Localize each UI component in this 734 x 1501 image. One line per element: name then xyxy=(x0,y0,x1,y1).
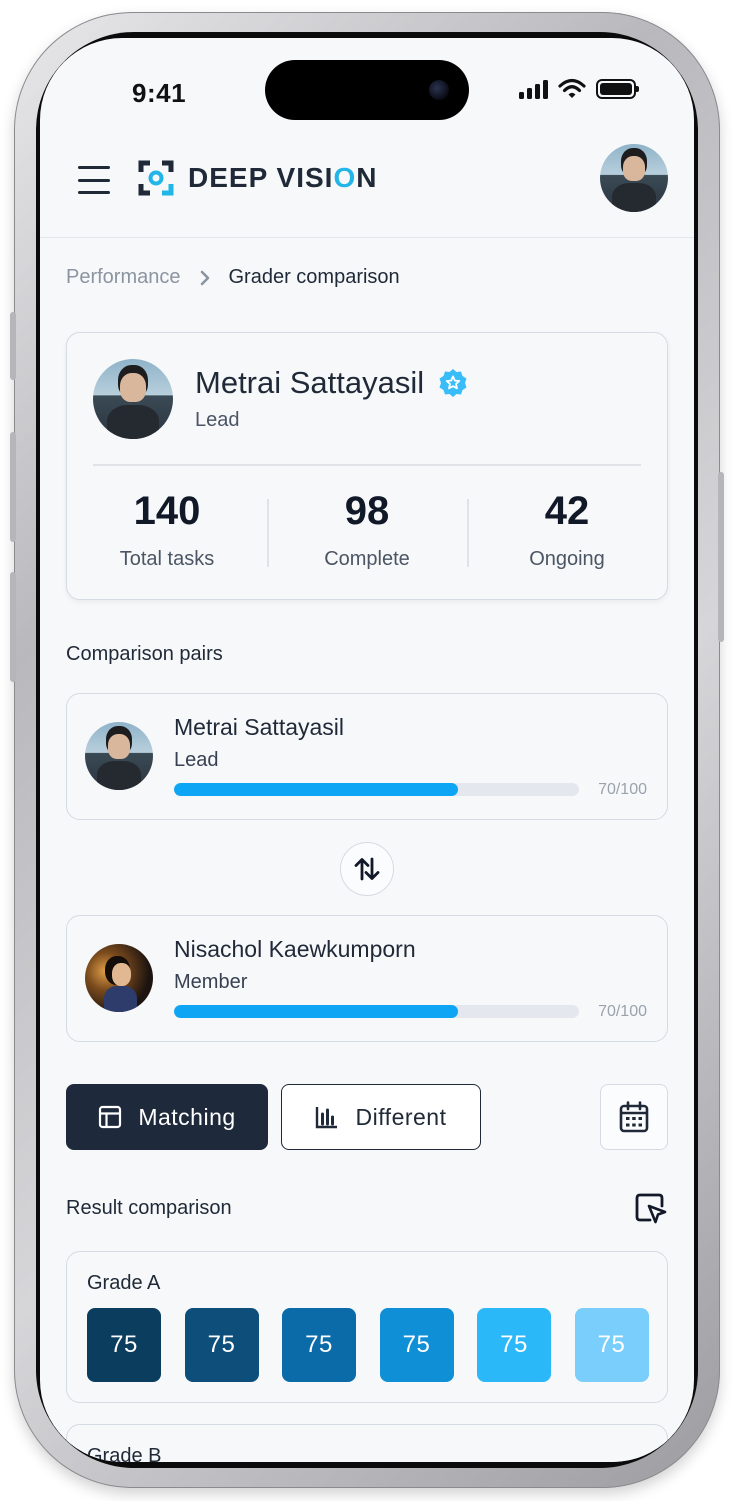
section-title-results: Result comparison xyxy=(66,1197,232,1219)
stat-label: Complete xyxy=(324,548,410,570)
grade-card-a: Grade A 75 75 75 75 75 75 xyxy=(66,1251,668,1403)
profile-card: Metrai Sattayasil Lead 140 Total tasks 9… xyxy=(66,332,668,600)
pair-name: Metrai Sattayasil xyxy=(174,714,345,740)
action-button xyxy=(10,312,16,380)
pair-score: 70/100 xyxy=(598,1003,647,1020)
profile-avatar xyxy=(93,359,173,439)
stat-ongoing: 42 Ongoing xyxy=(467,489,667,571)
menu-icon[interactable] xyxy=(78,166,110,194)
swap-vertical-icon xyxy=(354,857,380,881)
section-title-comparison: Comparison pairs xyxy=(66,643,223,665)
pair-avatar xyxy=(85,944,153,1012)
volume-up-button xyxy=(10,432,16,542)
verified-badge-icon xyxy=(439,369,467,397)
bar-chart-icon xyxy=(316,1107,338,1129)
progress-bar xyxy=(174,1005,579,1018)
pair-role: Member xyxy=(174,971,248,993)
brand-logo[interactable]: DEEP VISION xyxy=(138,160,377,196)
divider xyxy=(93,464,641,466)
grade-label: Grade B xyxy=(87,1445,162,1462)
app-header: DEEP VISION xyxy=(40,130,694,238)
stat-label: Total tasks xyxy=(119,548,215,570)
grade-tile[interactable]: 75 xyxy=(184,1308,259,1382)
front-camera xyxy=(429,80,449,100)
brand-name: DEEP VISION xyxy=(188,162,378,193)
pair-card-1[interactable]: Metrai Sattayasil Lead 70/100 xyxy=(66,693,668,820)
deep-vision-logo-icon xyxy=(138,160,174,196)
stat-value: 98 xyxy=(344,489,390,533)
grade-card-b: Grade B xyxy=(66,1424,668,1462)
profile-name-row: Metrai Sattayasil xyxy=(195,365,468,401)
calendar-icon xyxy=(619,1101,649,1133)
pair-card-2[interactable]: Nisachol Kaewkumporn Member 70/100 xyxy=(66,915,668,1042)
wifi-icon xyxy=(558,78,586,98)
power-button xyxy=(718,472,724,642)
progress-fill xyxy=(174,783,458,796)
table-icon xyxy=(99,1105,122,1129)
different-button[interactable]: Different xyxy=(281,1084,481,1150)
grade-tiles: 75 75 75 75 75 75 xyxy=(87,1308,649,1382)
grade-tile[interactable]: 75 xyxy=(282,1308,356,1382)
matching-button[interactable]: Matching xyxy=(66,1084,268,1150)
grade-tile[interactable]: 75 xyxy=(574,1308,649,1382)
cursor-select-icon[interactable] xyxy=(634,1192,668,1226)
user-avatar[interactable] xyxy=(600,144,668,212)
stats-row: 140 Total tasks 98 Complete 42 Ongoing xyxy=(67,489,667,571)
grade-tile[interactable]: 75 xyxy=(477,1308,551,1382)
grade-label: Grade A xyxy=(87,1272,161,1294)
stat-value: 140 xyxy=(133,489,201,533)
pair-role: Lead xyxy=(174,749,219,771)
grade-tile[interactable]: 75 xyxy=(87,1308,161,1382)
different-label: Different xyxy=(355,1103,447,1130)
cellular-signal-icon xyxy=(519,79,548,99)
pair-name: Nisachol Kaewkumporn xyxy=(174,936,416,962)
stat-total-tasks: 140 Total tasks xyxy=(67,489,267,571)
profile-name: Metrai Sattayasil xyxy=(195,365,425,400)
progress-fill xyxy=(174,1005,458,1018)
pair-avatar xyxy=(85,722,153,790)
volume-down-button xyxy=(10,572,16,682)
pair-score: 70/100 xyxy=(598,781,647,798)
calendar-button[interactable] xyxy=(600,1084,668,1150)
status-time: 9:41 xyxy=(132,78,187,108)
chevron-right-icon xyxy=(200,270,209,285)
stat-label: Ongoing xyxy=(529,548,605,570)
grade-tile[interactable]: 75 xyxy=(379,1308,454,1382)
breadcrumb-current: Grader comparison xyxy=(228,266,400,288)
breadcrumb-performance[interactable]: Performance xyxy=(66,266,181,289)
swap-button[interactable] xyxy=(340,842,394,896)
stat-value: 42 xyxy=(544,489,590,533)
progress-bar xyxy=(174,783,579,796)
app-screen: 9:41 DEEP VISION Performance Grader comp… xyxy=(40,38,694,1462)
breadcrumb: Performance Grader comparison xyxy=(66,266,400,289)
stat-complete: 98 Complete xyxy=(267,489,467,571)
matching-label: Matching xyxy=(138,1103,236,1130)
status-icons xyxy=(519,78,639,100)
battery-icon xyxy=(596,79,639,99)
profile-role: Lead xyxy=(195,409,240,431)
